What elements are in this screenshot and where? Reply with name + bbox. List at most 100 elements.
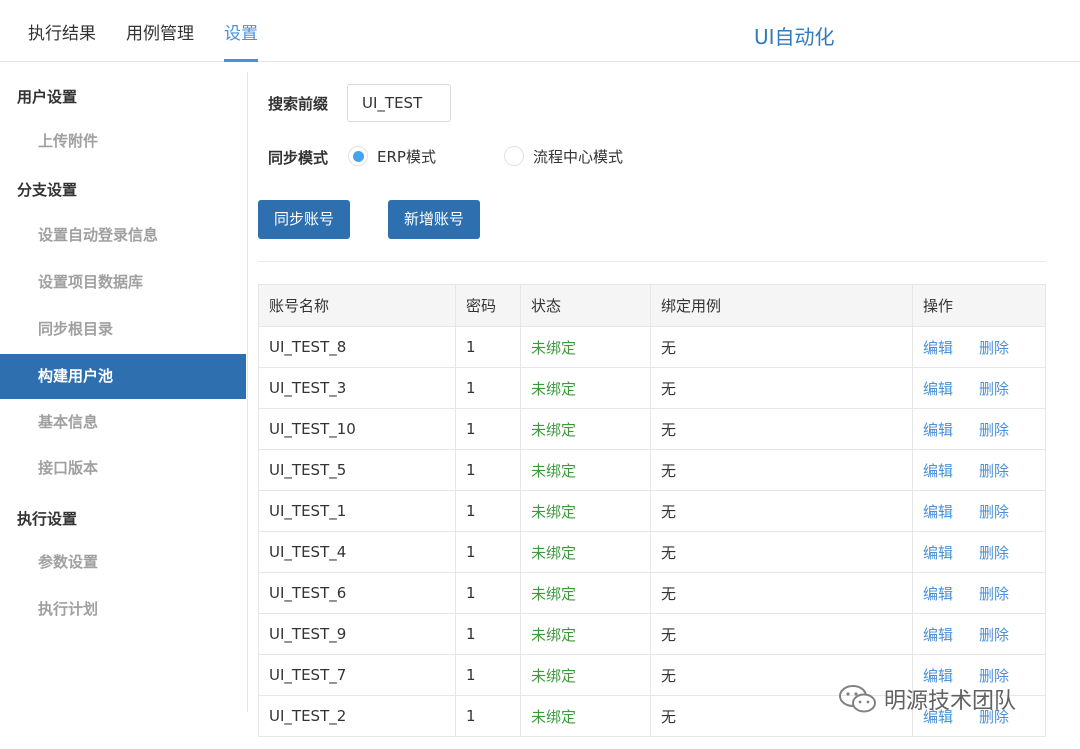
cell-status: 未绑定	[520, 613, 651, 655]
sidebar-item-api-version[interactable]: 接口版本	[0, 446, 246, 491]
cell-password: 1	[455, 449, 521, 491]
table-row: UI_TEST_6 1 未绑定无编辑 删除	[258, 572, 1046, 614]
table-row: UI_TEST_10 1 未绑定无编辑 删除	[258, 408, 1046, 450]
cell-bound-cases: 无	[650, 326, 913, 368]
sync-mode-label: 同步模式	[268, 149, 329, 167]
cell-bound-cases: 无	[650, 367, 913, 409]
prefix-label: 搜索前缀	[268, 95, 329, 113]
sidebar: 用户设置 上传附件 分支设置 设置自动登录信息 设置项目数据库 同步根目录 构建…	[0, 72, 248, 712]
cell-bound-cases: 无	[650, 449, 913, 491]
edit-link[interactable]: 编辑	[923, 421, 953, 439]
cell-account-name: UI_TEST_6	[258, 572, 456, 614]
edit-link[interactable]: 编辑	[923, 626, 953, 644]
sync-account-button[interactable]: 同步账号	[258, 200, 350, 239]
table-row: UI_TEST_1 1 未绑定无编辑 删除	[258, 490, 1046, 532]
cell-account-name: UI_TEST_7	[258, 654, 456, 696]
cell-actions: 编辑 删除	[912, 490, 1046, 532]
wechat-icon	[839, 685, 876, 713]
cell-actions: 编辑 删除	[912, 613, 1046, 655]
cell-bound-cases: 无	[650, 490, 913, 532]
delete-link[interactable]: 删除	[979, 421, 1009, 439]
cell-password: 1	[455, 531, 521, 573]
cell-actions: 编辑 删除	[912, 408, 1046, 450]
cell-actions: 编辑 删除	[912, 367, 1046, 409]
process-center-mode-label: 流程中心模式	[533, 148, 624, 166]
edit-link[interactable]: 编辑	[923, 462, 953, 480]
divider	[258, 261, 1046, 262]
erp-mode-radio[interactable]	[348, 146, 368, 166]
cell-password: 1	[455, 572, 521, 614]
sidebar-item-sync-root[interactable]: 同步根目录	[0, 307, 246, 352]
edit-link[interactable]: 编辑	[923, 503, 953, 521]
app-title: UI自动化	[754, 25, 835, 49]
edit-link[interactable]: 编辑	[923, 585, 953, 603]
sidebar-group-user-settings: 用户设置	[17, 88, 78, 106]
cell-status: 未绑定	[520, 449, 651, 491]
cell-status: 未绑定	[520, 326, 651, 368]
sidebar-item-auto-login[interactable]: 设置自动登录信息	[0, 213, 246, 258]
account-table: 账号名称 密码 状态 绑定用例 操作 UI_TEST_8 1 未绑定无编辑 删除 UI_…	[258, 284, 1046, 737]
delete-link[interactable]: 删除	[979, 667, 1009, 685]
sidebar-item-execution-plan[interactable]: 执行计划	[0, 587, 246, 632]
tab-settings[interactable]: 设置	[224, 19, 258, 62]
sidebar-item-upload-attachment[interactable]: 上传附件	[0, 119, 246, 164]
cell-account-name: UI_TEST_5	[258, 449, 456, 491]
cell-bound-cases: 无	[650, 572, 913, 614]
delete-link[interactable]: 删除	[979, 380, 1009, 398]
cell-account-name: UI_TEST_3	[258, 367, 456, 409]
sidebar-item-parameter-settings[interactable]: 参数设置	[0, 540, 246, 585]
cell-account-name: UI_TEST_10	[258, 408, 456, 450]
sidebar-item-basic-info[interactable]: 基本信息	[0, 400, 246, 445]
cell-actions: 编辑 删除	[912, 572, 1046, 614]
cell-account-name: UI_TEST_8	[258, 326, 456, 368]
delete-link[interactable]: 删除	[979, 626, 1009, 644]
top-nav: 执行结果 用例管理 设置 UI自动化	[0, 0, 1080, 62]
cell-password: 1	[455, 654, 521, 696]
column-header-password: 密码	[455, 284, 521, 327]
column-header-actions: 操作	[912, 284, 1046, 327]
cell-status: 未绑定	[520, 695, 651, 737]
process-center-mode-radio[interactable]	[504, 146, 524, 166]
edit-link[interactable]: 编辑	[923, 667, 953, 685]
sidebar-group-execution-settings: 执行设置	[17, 510, 78, 528]
column-header-bound-cases: 绑定用例	[650, 284, 913, 327]
cell-status: 未绑定	[520, 367, 651, 409]
delete-link[interactable]: 删除	[979, 462, 1009, 480]
table-row: UI_TEST_8 1 未绑定无编辑 删除	[258, 326, 1046, 368]
cell-status: 未绑定	[520, 408, 651, 450]
table-row: UI_TEST_9 1 未绑定无编辑 删除	[258, 613, 1046, 655]
table-header-row: 账号名称 密码 状态 绑定用例 操作	[258, 284, 1046, 327]
sidebar-item-user-pool[interactable]: 构建用户池	[0, 354, 246, 399]
column-header-status: 状态	[520, 284, 651, 327]
erp-mode-label: ERP模式	[377, 148, 436, 166]
cell-account-name: UI_TEST_4	[258, 531, 456, 573]
cell-status: 未绑定	[520, 490, 651, 532]
table-row: UI_TEST_5 1 未绑定无编辑 删除	[258, 449, 1046, 491]
edit-link[interactable]: 编辑	[923, 380, 953, 398]
cell-password: 1	[455, 408, 521, 450]
tab-execution-results[interactable]: 执行结果	[28, 19, 96, 62]
tab-case-management[interactable]: 用例管理	[126, 19, 194, 62]
edit-link[interactable]: 编辑	[923, 339, 953, 357]
delete-link[interactable]: 删除	[979, 503, 1009, 521]
edit-link[interactable]: 编辑	[923, 544, 953, 562]
cell-actions: 编辑 删除	[912, 531, 1046, 573]
cell-bound-cases: 无	[650, 613, 913, 655]
sidebar-group-branch-settings: 分支设置	[17, 181, 78, 199]
delete-link[interactable]: 删除	[979, 339, 1009, 357]
watermark: 明源技术团队	[838, 683, 1016, 715]
cell-account-name: UI_TEST_1	[258, 490, 456, 532]
cell-account-name: UI_TEST_2	[258, 695, 456, 737]
cell-password: 1	[455, 490, 521, 532]
cell-status: 未绑定	[520, 654, 651, 696]
table-row: UI_TEST_3 1 未绑定无编辑 删除	[258, 367, 1046, 409]
delete-link[interactable]: 删除	[979, 585, 1009, 603]
sidebar-item-project-database[interactable]: 设置项目数据库	[0, 260, 246, 305]
search-prefix-input[interactable]	[347, 84, 451, 122]
watermark-text: 明源技术团队	[884, 689, 1017, 714]
cell-status: 未绑定	[520, 531, 651, 573]
cell-account-name: UI_TEST_9	[258, 613, 456, 655]
add-account-button[interactable]: 新增账号	[388, 200, 480, 239]
delete-link[interactable]: 删除	[979, 544, 1009, 562]
cell-password: 1	[455, 695, 521, 737]
